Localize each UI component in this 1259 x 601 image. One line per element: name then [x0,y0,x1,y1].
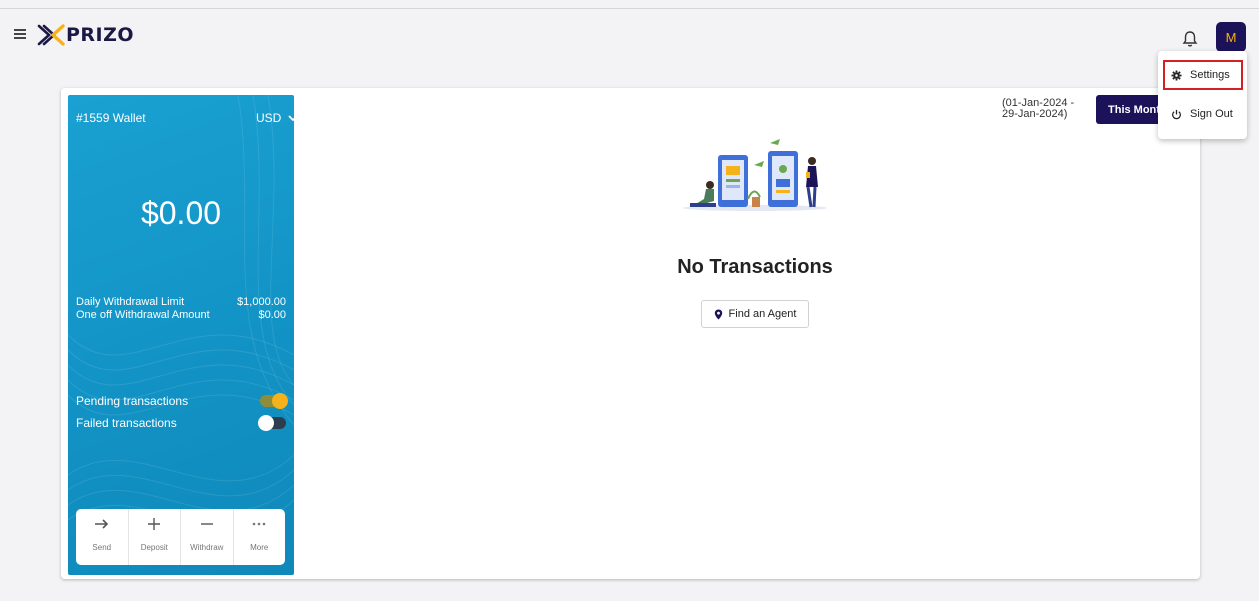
action-label: Deposit [140,543,168,552]
find-agent-label: Find an Agent [728,308,797,320]
withdraw-button[interactable]: Withdraw [181,509,234,565]
gear-icon [1171,69,1182,81]
find-agent-button[interactable]: Find an Agent [701,300,809,328]
wallet-wave-pattern [68,95,294,527]
map-pin-icon [714,309,722,319]
limit-label: Daily Withdrawal Limit [76,296,185,308]
brand-name: PRIZO [66,24,135,46]
avatar-initial: M [1225,29,1237,45]
deposit-button[interactable]: Deposit [129,509,181,565]
one-off-withdrawal-row: One off Withdrawal Amount $0.00 [76,309,286,321]
wallet-balance: $0.00 [140,195,222,231]
arrow-right-icon [94,509,110,539]
empty-state-title: No Transactions [677,256,833,278]
app-header: PRIZO M [0,9,1259,59]
send-button[interactable]: Send [76,509,129,565]
wallet-actions-bar: Send Deposit Withdraw More [76,509,285,565]
power-icon [1172,109,1181,119]
failed-transactions-row: Failed transactions [76,415,286,431]
menu-item-settings[interactable]: Settings [1163,60,1243,90]
bell-icon[interactable] [1182,30,1198,48]
daily-withdrawal-limit-row: Daily Withdrawal Limit $1,000.00 [76,296,286,308]
action-label: Withdraw [190,543,224,552]
hamburger-menu-icon[interactable] [14,29,26,39]
brand-logo[interactable]: PRIZO [37,22,134,48]
failed-transactions-toggle[interactable] [258,415,286,431]
action-label: Send [92,543,112,552]
more-button[interactable]: More [234,509,286,565]
more-icon [252,509,266,539]
wallet-card: #1559 Wallet USD $0.00 Daily Withdrawal … [68,95,294,575]
user-dropdown-menu: Settings Sign Out [1158,51,1247,139]
currency-selector[interactable]: USD [256,111,294,125]
minus-icon [200,509,213,539]
plus-icon [148,509,161,539]
wallet-name: #1559 Wallet [76,111,146,125]
date-range-end: 29-Jan-2024) [1002,108,1068,120]
limit-label: One off Withdrawal Amount [76,309,210,321]
menu-item-label: Sign Out [1190,108,1233,120]
chevron-down-icon [288,114,294,121]
user-avatar[interactable]: M [1216,22,1246,52]
pending-transactions-toggle[interactable] [260,393,288,409]
prizo-logo-icon [37,24,65,46]
toggle-label: Failed transactions [76,416,177,430]
pending-transactions-row: Pending transactions [76,393,288,409]
toggle-label: Pending transactions [76,394,189,408]
limit-value: $1,000.00 [237,296,286,308]
menu-item-label: Settings [1190,69,1230,81]
action-label: More [250,543,269,552]
menu-item-sign-out[interactable]: Sign Out [1165,101,1241,127]
limit-value: $0.00 [258,309,286,321]
no-transactions-illustration [683,139,827,211]
currency-code: USD [256,111,282,125]
date-range-label: (01-Jan-2024 - 29-Jan-2024) [1002,98,1074,120]
